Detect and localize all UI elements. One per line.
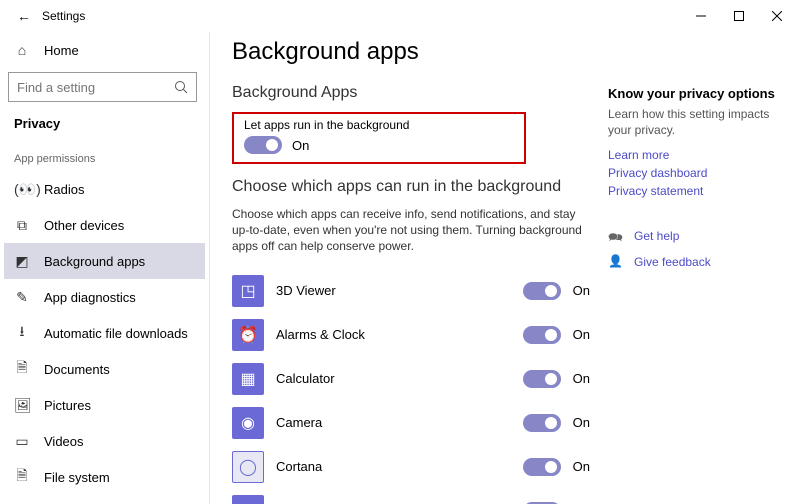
feedback-label: Give feedback: [634, 255, 711, 269]
diagnostics-icon: ✎: [14, 289, 30, 306]
feedback-hub-icon: ✉: [232, 495, 264, 504]
3d-viewer-icon: ◳: [232, 275, 264, 307]
app-name: Calculator: [276, 371, 511, 386]
sidebar-item-file-system[interactable]: 🗎 File system: [4, 459, 205, 495]
give-feedback-link[interactable]: 👤 Give feedback: [608, 254, 780, 270]
app-state: On: [573, 327, 590, 342]
sidebar-item-background-apps[interactable]: ◩ Background apps: [4, 243, 205, 279]
close-button[interactable]: [770, 9, 784, 23]
minimize-button[interactable]: [694, 9, 708, 23]
background-apps-icon: ◩: [14, 253, 30, 270]
sidebar-item-auto-downloads[interactable]: ⭳ Automatic file downloads: [4, 315, 205, 351]
camera-icon: ◉: [232, 407, 264, 439]
app-row-calculator: ▦ Calculator On: [232, 357, 590, 401]
app-state: On: [573, 415, 590, 430]
download-icon: ⭳: [14, 321, 30, 345]
highlighted-region: Let apps run in the background On: [232, 112, 526, 164]
sidebar-item-videos[interactable]: ▭ Videos: [4, 423, 205, 459]
sidebar: ⌂ Home Privacy App permissions (👀) Radios…: [0, 32, 210, 504]
category-label: Privacy: [4, 110, 205, 139]
search-icon: [174, 80, 188, 94]
app-name: Camera: [276, 415, 511, 430]
sidebar-item-label: Documents: [44, 362, 110, 377]
master-toggle-state: On: [292, 138, 309, 153]
pictures-icon: 🖼: [14, 397, 30, 414]
section-heading-2: Choose which apps can run in the backgro…: [232, 178, 590, 196]
info-text: Learn how this setting impacts your priv…: [608, 107, 780, 138]
app-toggle[interactable]: [523, 414, 561, 432]
home-icon: ⌂: [14, 42, 30, 58]
cortana-icon: ◯: [232, 451, 264, 483]
app-state: On: [573, 459, 590, 474]
app-toggle[interactable]: [523, 326, 561, 344]
sidebar-item-radios[interactable]: (👀) Radios: [4, 171, 205, 207]
sidebar-item-label: Pictures: [44, 398, 91, 413]
info-panel: Know your privacy options Learn how this…: [590, 38, 780, 504]
app-state: On: [573, 371, 590, 386]
devices-icon: ⧉: [14, 217, 30, 234]
radios-icon: (👀): [14, 181, 30, 198]
app-name: 3D Viewer: [276, 283, 511, 298]
help-label: Get help: [634, 229, 679, 243]
app-row-cortana: ◯ Cortana On: [232, 445, 590, 489]
app-row-3d-viewer: ◳ 3D Viewer On: [232, 269, 590, 313]
documents-icon: 🗎: [14, 357, 30, 381]
back-button[interactable]: ←: [8, 8, 40, 24]
sidebar-item-label: Automatic file downloads: [44, 326, 188, 341]
master-toggle-label: Let apps run in the background: [244, 118, 514, 132]
info-heading: Know your privacy options: [608, 86, 780, 101]
window-title: Settings: [40, 9, 694, 23]
sidebar-item-pictures[interactable]: 🖼 Pictures: [4, 387, 205, 423]
app-name: Cortana: [276, 459, 511, 474]
app-toggle[interactable]: [523, 370, 561, 388]
sidebar-item-label: Other devices: [44, 218, 124, 233]
search-box[interactable]: [8, 72, 197, 102]
section-label: App permissions: [4, 139, 205, 171]
videos-icon: ▭: [14, 433, 30, 450]
sidebar-item-label: File system: [44, 470, 110, 485]
app-row-alarms: ⏰ Alarms & Clock On: [232, 313, 590, 357]
sidebar-item-documents[interactable]: 🗎 Documents: [4, 351, 205, 387]
get-help-link[interactable]: 🗪 Get help: [608, 228, 780, 244]
section-heading: Background Apps: [232, 84, 590, 102]
link-privacy-dashboard[interactable]: Privacy dashboard: [608, 166, 780, 180]
home-label: Home: [44, 43, 79, 58]
sidebar-item-app-diagnostics[interactable]: ✎ App diagnostics: [4, 279, 205, 315]
sidebar-item-label: Videos: [44, 434, 84, 449]
app-row-camera: ◉ Camera On: [232, 401, 590, 445]
help-icon: 🗪: [608, 228, 624, 244]
app-toggle[interactable]: [523, 282, 561, 300]
maximize-button[interactable]: [732, 9, 746, 23]
sidebar-item-label: App diagnostics: [44, 290, 136, 305]
sidebar-item-other-devices[interactable]: ⧉ Other devices: [4, 207, 205, 243]
link-privacy-statement[interactable]: Privacy statement: [608, 184, 780, 198]
home-nav[interactable]: ⌂ Home: [4, 32, 205, 68]
link-learn-more[interactable]: Learn more: [608, 148, 780, 162]
sidebar-item-label: Radios: [44, 182, 84, 197]
search-input[interactable]: [17, 80, 167, 95]
master-toggle[interactable]: [244, 136, 282, 154]
app-state: On: [573, 283, 590, 298]
section-description: Choose which apps can receive info, send…: [232, 206, 590, 255]
file-system-icon: 🗎: [14, 465, 30, 489]
alarms-icon: ⏰: [232, 319, 264, 351]
calculator-icon: ▦: [232, 363, 264, 395]
app-toggle[interactable]: [523, 458, 561, 476]
app-row-feedback-hub: ✉ Feedback Hub On: [232, 489, 590, 504]
sidebar-item-label: Background apps: [44, 254, 145, 269]
feedback-icon: 👤: [608, 254, 624, 270]
app-name: Alarms & Clock: [276, 327, 511, 342]
page-title: Background apps: [232, 38, 590, 66]
